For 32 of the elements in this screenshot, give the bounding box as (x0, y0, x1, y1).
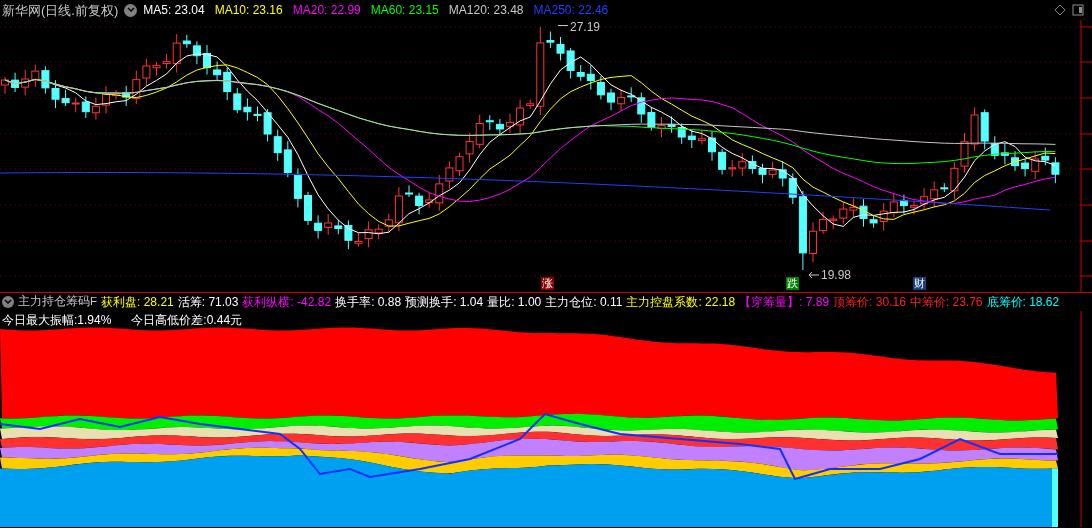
indicator-value: 【穿筹量】: 7.89 (739, 296, 830, 308)
moving-average-value: MA120: 23.48 (448, 4, 524, 16)
indicator-value: 获利盘: 28.21 (101, 296, 174, 308)
indicator-value: 顶筹价: 30.16 (833, 296, 906, 308)
indicator-value: 预测换手: 1.04 (405, 296, 484, 308)
moving-average-value: MA60: 23.15 (370, 4, 439, 16)
panel-toggle-icon[interactable] (1072, 4, 1084, 16)
moving-average-value: MA250: 22.46 (533, 4, 609, 16)
low-price-label: 19.98 (821, 269, 852, 281)
event-marker[interactable]: 涨 (541, 277, 554, 290)
chevron-circle-icon[interactable] (2, 296, 14, 308)
indicator-value: 底筹价: 18.62 (986, 296, 1060, 308)
indicator-value: 中筹价: 23.76 (909, 296, 983, 308)
moving-average-value: MA10: 23.16 (214, 4, 283, 16)
window-title: 新华网(日线.前复权) (2, 3, 119, 17)
indicator-value: 主力仓位: 0.11 (545, 296, 623, 308)
indicator-value: 量比: 1.00 (487, 296, 542, 308)
indicator-value: 换手率: 0.88 (335, 296, 402, 308)
moving-average-value: MA5: 23.04 (143, 4, 205, 16)
leader-line (558, 25, 568, 26)
event-marker[interactable]: 跌 (786, 277, 799, 290)
indicator-value: 主力控盘系数: 22.18 (626, 296, 736, 308)
indicator-note: 今日最大振幅:1.94% (2, 314, 112, 326)
indicator-name: 主力持仓筹码F (18, 296, 98, 308)
moving-average-value: MA20: 22.99 (292, 4, 361, 16)
indicator-value: 活筹: 71.03 (177, 296, 239, 308)
indicator-note: 今日高低价差:0.44元 (131, 314, 243, 326)
diamond-icon[interactable] (1054, 4, 1066, 16)
indicator-value: 获利纵横: -42.82 (242, 296, 332, 308)
arrow-icon (808, 271, 820, 279)
high-price-label: 27.19 (570, 21, 601, 33)
event-marker[interactable]: 财 (913, 277, 926, 290)
